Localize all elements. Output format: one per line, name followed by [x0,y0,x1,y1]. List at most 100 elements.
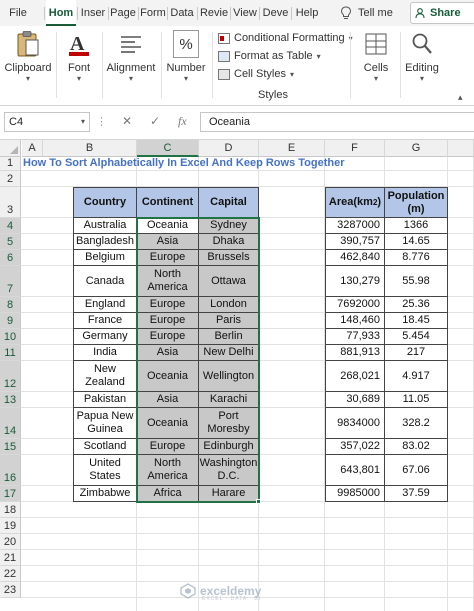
cell-continent[interactable]: Oceania [137,361,199,392]
column-header-b[interactable]: B [43,140,137,157]
cell-country[interactable]: Canada [73,266,137,297]
cell-capital[interactable]: Port Moresby [199,408,259,439]
column-header-e[interactable]: E [259,140,325,157]
cell-area[interactable]: 7692000 [325,297,385,313]
row-header-19[interactable]: 19 [0,518,21,534]
cell-continent[interactable]: Europe [137,297,199,313]
cell-country[interactable]: Bangladesh [73,234,137,250]
cell-area[interactable]: 268,021 [325,361,385,392]
cell-area[interactable]: 643,801 [325,455,385,486]
cell-capital[interactable]: Brussels [199,250,259,266]
cell-capital[interactable]: Dhaka [199,234,259,250]
tab-review[interactable]: Revie [198,0,230,26]
row-header-9[interactable]: 9 [0,313,21,329]
cell-area[interactable]: 357,022 [325,439,385,455]
column-header-d[interactable]: D [199,140,259,157]
row-header-23[interactable]: 23 [0,582,21,598]
tell-me-search[interactable]: Tell me [340,0,393,26]
cell-continent[interactable]: Europe [137,313,199,329]
cell-styles-button[interactable]: Cell Styles ▾ [218,66,294,82]
number-button[interactable]: % Number ▾ [164,30,208,83]
header-country[interactable]: Country [73,187,137,218]
cell-country[interactable]: Papua New Guinea [73,408,137,439]
cell-continent[interactable]: North America [137,455,199,486]
row-header-15[interactable]: 15 [0,439,21,455]
row-header-3[interactable]: 3 [0,187,21,218]
header-capital[interactable]: Capital [199,187,259,218]
row-header-1[interactable]: 1 [0,157,21,171]
chevron-down-icon[interactable]: ▾ [81,113,85,131]
cell-area[interactable]: 30,689 [325,392,385,408]
cell-area[interactable]: 462,840 [325,250,385,266]
cell-country[interactable]: United States [73,455,137,486]
cell-continent[interactable]: Europe [137,439,199,455]
cell-country[interactable]: Germany [73,329,137,345]
cell-country[interactable]: France [73,313,137,329]
row-header-16[interactable]: 16 [0,455,21,486]
row-header-6[interactable]: 6 [0,250,21,266]
cell-population[interactable]: 5.454 [385,329,448,345]
tab-file[interactable]: File [4,0,32,26]
cell-population[interactable]: 25.36 [385,297,448,313]
insert-function-icon[interactable]: fx [178,114,187,129]
row-header-2[interactable]: 2 [0,171,21,187]
enter-checkmark-icon[interactable]: ✓ [150,114,160,128]
cell-continent[interactable]: Europe [137,250,199,266]
cell-capital[interactable]: Washington D.C. [199,455,259,486]
row-header-11[interactable]: 11 [0,345,21,361]
cell-population[interactable]: 83.02 [385,439,448,455]
cell-area[interactable]: 390,757 [325,234,385,250]
cell-area[interactable]: 148,460 [325,313,385,329]
tab-developer[interactable]: Deve [260,0,291,26]
cell-continent[interactable]: Oceania [137,218,199,234]
cell-country[interactable]: Zimbabwe [73,486,137,502]
cell-area[interactable]: 881,913 [325,345,385,361]
row-header-12[interactable]: 12 [0,361,21,392]
row-header-14[interactable]: 14 [0,408,21,439]
cell-capital[interactable]: Sydney [199,218,259,234]
more-options-icon[interactable]: ⋮ [96,115,108,128]
editing-button[interactable]: Editing ▾ [402,30,442,83]
cell-capital[interactable]: Wellington [199,361,259,392]
row-header-22[interactable]: 22 [0,566,21,582]
row-header-17[interactable]: 17 [0,486,21,502]
row-header-8[interactable]: 8 [0,297,21,313]
tab-view[interactable]: View [231,0,259,26]
tab-insert[interactable]: Inser [78,0,108,26]
row-header-20[interactable]: 20 [0,534,21,550]
cell-capital[interactable]: New Delhi [199,345,259,361]
header-area[interactable]: Area(km 2) [325,187,385,218]
fill-handle[interactable] [256,499,261,504]
cell-capital[interactable]: Paris [199,313,259,329]
collapse-ribbon-icon[interactable]: ▴ [458,92,463,103]
conditional-formatting-button[interactable]: Conditional Formatting ▾ [218,30,353,46]
column-header-f[interactable]: F [325,140,385,157]
cell-population[interactable]: 1366 [385,218,448,234]
cell-capital[interactable]: London [199,297,259,313]
header-continent[interactable]: Continent [137,187,199,218]
column-header-c[interactable]: C [137,140,199,157]
header-population[interactable]: Population (m) [385,187,448,218]
cell-area[interactable]: 9834000 [325,408,385,439]
cell-population[interactable]: 11.05 [385,392,448,408]
cell-continent[interactable]: Africa [137,486,199,502]
cell-population[interactable]: 14.65 [385,234,448,250]
cell-capital[interactable]: Karachi [199,392,259,408]
cell-country[interactable]: Pakistan [73,392,137,408]
cell-capital[interactable]: Edinburgh [199,439,259,455]
tab-page-layout[interactable]: Page [109,0,137,26]
cell-population[interactable]: 55.98 [385,266,448,297]
clipboard-button[interactable]: Clipboard ▾ [4,30,52,83]
tab-help[interactable]: Help [292,0,322,26]
cell-country[interactable]: Australia [73,218,137,234]
cell-country[interactable]: England [73,297,137,313]
cell-capital[interactable]: Ottawa [199,266,259,297]
format-as-table-button[interactable]: Format as Table ▾ [218,48,321,64]
select-all-button[interactable] [0,140,21,157]
row-header-21[interactable]: 21 [0,550,21,566]
row-header-4[interactable]: 4 [0,218,21,234]
cancel-icon[interactable]: ✕ [122,114,132,128]
row-header-5[interactable]: 5 [0,234,21,250]
cell-country[interactable]: India [73,345,137,361]
column-header-a[interactable]: A [22,140,43,157]
